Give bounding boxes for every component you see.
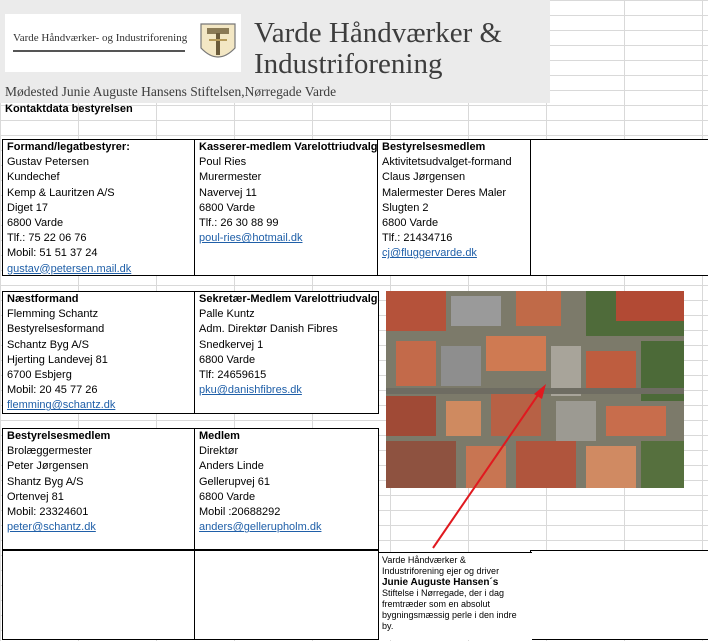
- board-line: Murermester: [199, 171, 262, 184]
- board-card: Bestyrelsesmedlem Brolæggermester Peter …: [2, 428, 196, 550]
- board-role: Medlem: [199, 430, 240, 442]
- board-line: Anders Linde: [199, 460, 264, 473]
- board-card: Medlem Direktør Anders Linde Gellerupvej…: [194, 428, 379, 550]
- board-line: Shantz Byg A/S: [7, 475, 84, 488]
- board-line: Tlf: 24659615: [199, 368, 267, 381]
- board-role: Sekretær-Medlem Varelottriudvalg: [199, 293, 378, 305]
- board-line: Mobil: 51 51 37 24: [7, 247, 98, 260]
- title-line-2: Industriforening: [254, 48, 443, 80]
- board-role: Kasserer-medlem Varelottriudvalg: [199, 141, 378, 153]
- board-line: Hjerting Landevej 81: [7, 353, 108, 366]
- board-line: 6800 Varde: [199, 201, 256, 214]
- board-line: Poul Ries: [199, 156, 247, 169]
- board-line: Flemming Schantz: [7, 308, 99, 321]
- board-line: Schantz Byg A/S: [7, 338, 89, 351]
- board-role: Bestyrelsesmedlem: [7, 430, 111, 442]
- board-line: Snedkervej 1: [199, 338, 264, 351]
- board-line: Peter Jørgensen: [7, 460, 89, 473]
- board-line: 6800 Varde: [199, 490, 256, 503]
- empty-cell: [530, 550, 708, 640]
- board-card: Sekretær-Medlem Varelottriudvalg Palle K…: [194, 291, 379, 414]
- email-link[interactable]: gustav@petersen.mail.dk: [7, 262, 195, 277]
- board-card: Næstformand Flemming Schantz Bestyrelses…: [2, 291, 196, 414]
- board-role: Næstformand: [7, 293, 79, 305]
- caption-highlight: Junie Auguste Hansen´s: [382, 577, 499, 588]
- logo-underline: [13, 50, 185, 52]
- empty-cell: [2, 550, 196, 640]
- board-line: Kemp & Lauritzen A/S: [7, 186, 115, 199]
- meeting-place: Mødested Junie Auguste Hansens Stiftelse…: [5, 84, 337, 99]
- board-card: Formand/legatbestyrer: Gustav Petersen K…: [2, 139, 196, 276]
- board-line: Slugten 2: [382, 201, 429, 214]
- board-line: Aktivitetsudvalget-formand: [382, 156, 512, 169]
- email-link[interactable]: pku@danishfibres.dk: [199, 383, 378, 398]
- board-card: Kasserer-medlem Varelottriudvalg Poul Ri…: [194, 139, 379, 276]
- board-line: Adm. Direktør Danish Fibres: [199, 323, 338, 336]
- board-line: Bestyrelsesformand: [7, 323, 105, 336]
- board-line: Kundechef: [7, 171, 60, 184]
- empty-cell: [530, 139, 708, 276]
- caption-text: Stiftelse i Nørregade, der i dag fremtræ…: [382, 588, 517, 631]
- board-line: Navervej 11: [199, 186, 257, 199]
- title-line-1: Varde Håndværker &: [254, 17, 503, 49]
- photo-caption: Varde Håndværker & Industriforening ejer…: [378, 552, 532, 640]
- board-line: Tlf.: 26 30 88 99: [199, 216, 279, 229]
- board-role: Formand/legatbestyrer:: [7, 141, 130, 153]
- header-banner: Varde Håndværker- og Industriforening Va…: [0, 0, 550, 103]
- email-link[interactable]: anders@gellerupholm.dk: [199, 520, 378, 535]
- email-link[interactable]: poul-ries@hotmail.dk: [199, 231, 378, 246]
- board-line: 6800 Varde: [199, 353, 256, 366]
- board-line: Claus Jørgensen: [382, 171, 466, 184]
- board-line: Diget 17: [7, 201, 48, 214]
- board-line: Brolæggermester: [7, 445, 92, 458]
- board-line: Mobil: 23324601: [7, 505, 89, 518]
- page-title: Varde Håndværker & Industriforening: [254, 18, 502, 80]
- board-line: Tlf.: 21434716: [382, 232, 453, 245]
- aerial-photo-image: [386, 291, 684, 488]
- board-line: Mobil: 20 45 77 26: [7, 384, 98, 397]
- board-line: Palle Kuntz: [199, 308, 255, 321]
- logo-text: Varde Håndværker- og Industriforening: [13, 32, 188, 44]
- board-line: Ortenvej 81: [7, 490, 64, 503]
- aerial-photo: [386, 291, 684, 488]
- empty-cell: [194, 550, 379, 640]
- email-link[interactable]: flemming@schantz.dk: [7, 398, 195, 413]
- board-line: 6700 Esbjerg: [7, 368, 72, 381]
- guild-hammer-emblem-icon: [200, 23, 236, 58]
- board-card: Bestyrelsesmedlem Aktivitetsudvalget-for…: [377, 139, 532, 276]
- logo: Varde Håndværker- og Industriforening: [5, 14, 241, 72]
- board-line: Direktør: [199, 445, 239, 458]
- email-link[interactable]: cj@fluggervarde.dk: [382, 246, 531, 261]
- board-line: 6800 Varde: [7, 216, 64, 229]
- board-line: Gustav Petersen: [7, 156, 89, 169]
- board-line: 6800 Varde: [382, 216, 439, 229]
- board-line: Gellerupvej 61: [199, 475, 270, 488]
- section-title: Kontaktdata bestyrelsen: [5, 103, 133, 115]
- board-line: Malermester Deres Maler: [382, 186, 507, 199]
- board-line: Tlf.: 75 22 06 76: [7, 232, 87, 245]
- email-link[interactable]: peter@schantz.dk: [7, 520, 195, 535]
- board-line: Mobil :20688292: [199, 505, 281, 518]
- board-role: Bestyrelsesmedlem: [382, 141, 486, 153]
- caption-text: Varde Håndværker & Industriforening ejer…: [382, 555, 500, 576]
